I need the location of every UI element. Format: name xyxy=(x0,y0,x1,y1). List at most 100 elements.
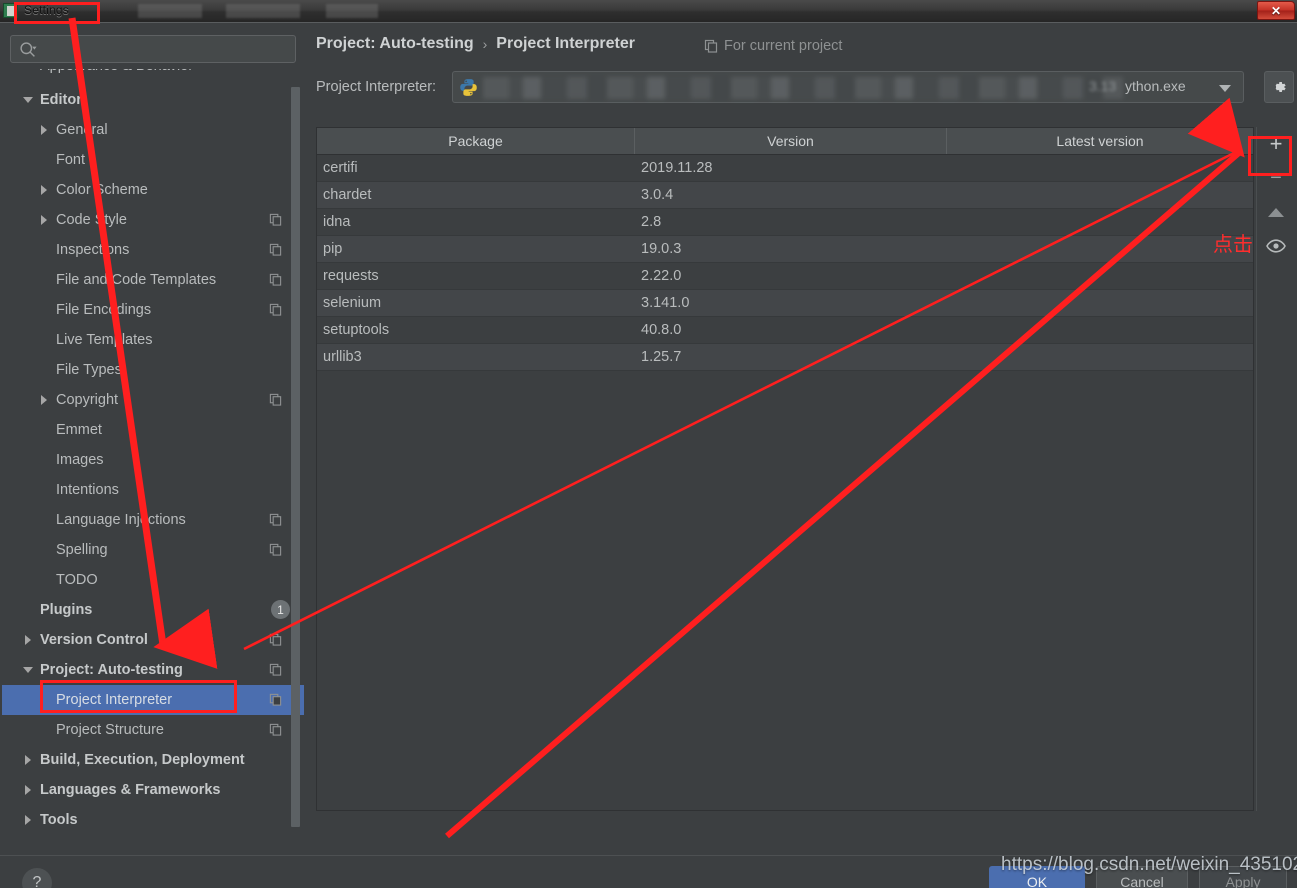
settings-sidebar: Appearance & Behavior Editor General Font C… xyxy=(2,25,305,853)
interpreter-settings-button[interactable] xyxy=(1264,71,1294,103)
tree-clipped-item-label: Appearance & Behavior xyxy=(40,69,193,74)
sidebar-item-language-injections[interactable]: Language Injections xyxy=(2,505,304,535)
sidebar-item-todo[interactable]: TODO xyxy=(2,565,304,595)
copy-icon xyxy=(269,243,282,256)
search-box[interactable] xyxy=(10,35,296,63)
project-interpreter-combobox[interactable]: 3.13 ython.exe xyxy=(452,71,1244,103)
chevron-right-icon[interactable] xyxy=(22,813,36,827)
eye-icon xyxy=(1266,239,1286,253)
copy-icon xyxy=(269,513,282,526)
packages-toolbar: + − xyxy=(1256,127,1295,811)
table-row[interactable]: idna 2.8 xyxy=(317,209,1253,236)
sidebar-item-label: TODO xyxy=(56,572,98,588)
chevron-right-icon[interactable] xyxy=(22,783,36,797)
table-row[interactable]: chardet 3.0.4 xyxy=(317,182,1253,209)
sidebar-item-file-and-code-templates[interactable]: File and Code Templates xyxy=(2,265,304,295)
version-cell: 3.141.0 xyxy=(641,295,690,311)
sidebar-item-label: Inspections xyxy=(56,242,130,258)
chevron-down-icon[interactable] xyxy=(22,93,36,107)
interpreter-path-redacted xyxy=(483,77,1123,99)
table-row[interactable]: pip 19.0.3 xyxy=(317,236,1253,263)
version-cell: 2019.11.28 xyxy=(641,160,713,176)
sidebar-item-label: File Encodings xyxy=(56,302,152,318)
sidebar-item-editor[interactable]: Editor xyxy=(2,85,304,115)
column-header-version[interactable]: Version xyxy=(635,128,947,154)
sidebar-scrollbar-thumb[interactable] xyxy=(291,87,300,827)
sidebar-item-file-encodings[interactable]: File Encodings xyxy=(2,295,304,325)
sidebar-item-version-control[interactable]: Version Control xyxy=(2,625,304,655)
version-cell: 3.0.4 xyxy=(641,187,674,203)
background-ide-tabs xyxy=(130,4,410,18)
sidebar-item-label: Plugins xyxy=(40,602,93,618)
copy-icon xyxy=(269,393,282,406)
sidebar-item-label: Language Injections xyxy=(56,512,186,528)
chevron-down-icon[interactable] xyxy=(22,663,36,677)
package-name-cell: setuptools xyxy=(323,322,390,338)
chevron-right-icon[interactable] xyxy=(38,213,52,227)
chevron-right-icon[interactable] xyxy=(38,183,52,197)
upgrade-package-button[interactable] xyxy=(1257,195,1295,229)
table-row[interactable]: urllib3 1.25.7 xyxy=(317,344,1253,371)
close-icon[interactable]: ✕ xyxy=(1257,1,1295,20)
table-row[interactable]: requests 2.22.0 xyxy=(317,263,1253,290)
sidebar-item-label: Languages & Frameworks xyxy=(40,782,221,798)
sidebar-item-build-execution-deployment[interactable]: Build, Execution, Deployment xyxy=(2,745,304,775)
packages-table-body: certifi 2019.11.28 chardet 3.0.4 idna 2.8 pip 1… xyxy=(317,155,1253,371)
breadcrumb-root[interactable]: Project: Auto-testing xyxy=(316,35,474,53)
sidebar-item-label: Project Structure xyxy=(56,722,164,738)
sidebar-item-plugins[interactable]: Plugins 1 xyxy=(2,595,304,625)
sidebar-item-label: Spelling xyxy=(56,542,108,558)
project-interpreter-label: Project Interpreter: xyxy=(316,79,437,95)
table-row[interactable]: selenium 3.141.0 xyxy=(317,290,1253,317)
sidebar-item-label: General xyxy=(56,122,108,138)
copy-icon xyxy=(269,723,282,736)
for-current-project: For current project xyxy=(704,38,842,54)
sidebar-item-general[interactable]: General xyxy=(2,115,304,145)
table-row[interactable]: certifi 2019.11.28 xyxy=(317,155,1253,182)
table-row[interactable]: setuptools 40.8.0 xyxy=(317,317,1253,344)
sidebar-item-color-scheme[interactable]: Color Scheme xyxy=(2,175,304,205)
sidebar-item-spelling[interactable]: Spelling xyxy=(2,535,304,565)
chevron-right-icon[interactable] xyxy=(38,393,52,407)
gear-icon xyxy=(1275,82,1286,92)
column-header-latest-version[interactable]: Latest version xyxy=(947,128,1253,154)
search-input[interactable] xyxy=(45,40,293,61)
package-name-cell: selenium xyxy=(323,295,382,311)
breadcrumb-separator: › xyxy=(482,36,488,52)
sidebar-item-emmet[interactable]: Emmet xyxy=(2,415,304,445)
sidebar-item-file-types[interactable]: File Types xyxy=(2,355,304,385)
sidebar-item-languages-frameworks[interactable]: Languages & Frameworks xyxy=(2,775,304,805)
sidebar-item-font[interactable]: Font xyxy=(2,145,304,175)
sidebar-item-label: Project: Auto-testing xyxy=(40,662,183,678)
sidebar-item-label: Tools xyxy=(40,812,78,828)
copy-icon xyxy=(269,663,282,676)
tree-clipped-item: Appearance & Behavior xyxy=(2,69,292,85)
sidebar-item-label: Intentions xyxy=(56,482,119,498)
sidebar-item-tools[interactable]: Tools xyxy=(2,805,304,835)
sidebar-item-project-structure[interactable]: Project Structure xyxy=(2,715,304,745)
help-button[interactable]: ? xyxy=(22,868,52,888)
sidebar-item-label: Code Style xyxy=(56,212,127,228)
copy-icon xyxy=(269,633,282,646)
settings-dialog-window: Settings ✕ Appearance & Behavior Editor G… xyxy=(0,0,1297,888)
packages-table[interactable]: Package Version Latest version certifi 20… xyxy=(316,127,1254,811)
copy-icon xyxy=(269,273,282,286)
highlight-settings-title xyxy=(14,2,100,24)
annotation-click-label: 点击 xyxy=(1213,232,1253,256)
show-early-releases-button[interactable] xyxy=(1257,229,1295,263)
chevron-right-icon[interactable] xyxy=(22,633,36,647)
sidebar-item-images[interactable]: Images xyxy=(2,445,304,475)
copy-icon xyxy=(269,303,282,316)
sidebar-item-code-style[interactable]: Code Style xyxy=(2,205,304,235)
sidebar-item-label: File Types xyxy=(56,362,122,378)
sidebar-item-label: Build, Execution, Deployment xyxy=(40,752,245,768)
settings-tree[interactable]: Appearance & Behavior Editor General Font C… xyxy=(2,69,304,853)
sidebar-item-inspections[interactable]: Inspections xyxy=(2,235,304,265)
sidebar-item-copyright[interactable]: Copyright xyxy=(2,385,304,415)
sidebar-item-intentions[interactable]: Intentions xyxy=(2,475,304,505)
chevron-right-icon[interactable] xyxy=(38,123,52,137)
column-header-package[interactable]: Package xyxy=(317,128,635,154)
chevron-down-icon[interactable] xyxy=(1219,85,1231,92)
chevron-right-icon[interactable] xyxy=(22,753,36,767)
sidebar-item-live-templates[interactable]: Live Templates xyxy=(2,325,304,355)
